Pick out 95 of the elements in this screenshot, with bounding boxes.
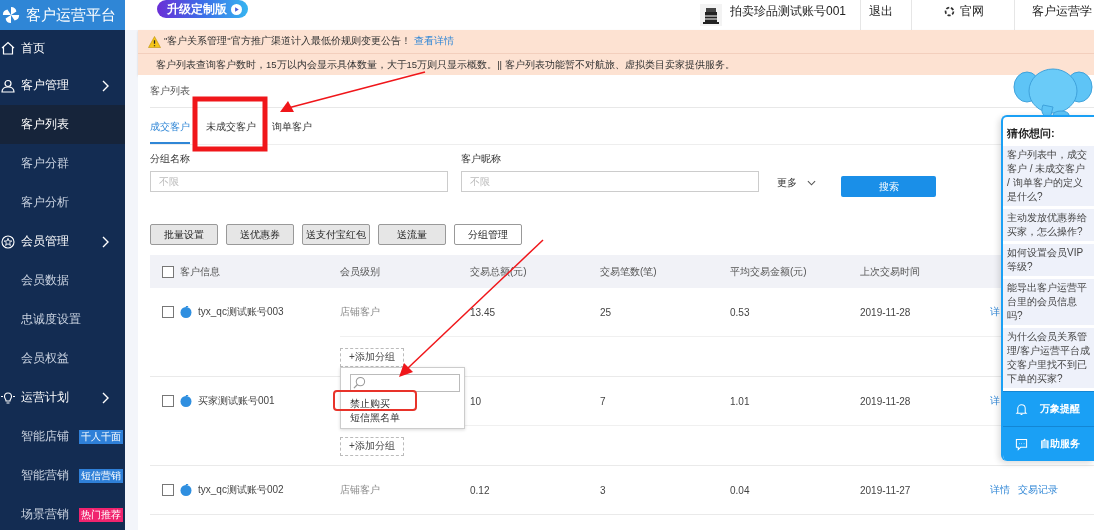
academy-link[interactable]: 客户运营学 [1015, 2, 1094, 20]
bulb-icon [1, 390, 15, 405]
tab[interactable]: 询单客户 [272, 108, 312, 144]
menu-option[interactable]: 禁止购买 [350, 396, 464, 411]
table-cell: 0.53 [730, 306, 750, 318]
column-header: 平均交易金额(元) [730, 264, 807, 279]
row-link[interactable]: 详 [990, 394, 1000, 408]
customer-name: 买家测试账号001 [198, 394, 275, 408]
question-link[interactable]: 为什么会员关系管理/客户运营平台成交客户里找不到已下单的买家? [1003, 328, 1094, 388]
sidebar-item[interactable]: 忠诚度设置 [0, 300, 125, 339]
sidebar-badge: 短信营销 [79, 468, 123, 483]
official-site-link[interactable]: 官网 [960, 2, 984, 20]
add-group-button[interactable]: +添加分组 [340, 436, 404, 456]
table-cell: 10 [470, 395, 482, 407]
avatar-icon [180, 484, 192, 496]
sidebar-item[interactable]: 运营计划 [0, 378, 125, 417]
table-cell: 0.12 [470, 484, 490, 496]
chevron-right-icon [101, 391, 109, 404]
table-cell: 7 [600, 395, 606, 407]
tab[interactable]: 成交客户 [150, 108, 190, 144]
question-link[interactable]: 能导出客户运营平台里的会员信息吗? [1003, 279, 1094, 325]
column-header: 上次交易时间 [860, 264, 920, 279]
breadcrumb: 客户列表 [150, 84, 190, 98]
sidebar-item[interactable]: 会员数据 [0, 261, 125, 300]
customer-name: tyx_qc测试账号003 [198, 305, 284, 319]
sidebar-badge: 热门推荐 [79, 507, 123, 522]
chat-icon [1015, 437, 1028, 451]
table-cell: 2019-11-28 [860, 306, 911, 318]
people-icon [1, 78, 15, 93]
avatar-icon [180, 395, 192, 407]
chevron-right-icon [101, 79, 109, 92]
avatar-icon [180, 306, 192, 318]
table-cell: 0.04 [730, 484, 750, 496]
sidebar-item[interactable]: 客户分群 [0, 144, 125, 183]
add-group-button[interactable]: +添加分组 [340, 347, 404, 367]
search-icon [353, 376, 366, 389]
field-label: 分组名称 [150, 152, 191, 166]
play-icon [231, 3, 242, 15]
sidebar-badge: 千人千面 [79, 429, 123, 444]
sidebar-item[interactable]: 客户列表 [0, 105, 125, 144]
table-cell: 3 [600, 484, 606, 496]
checkbox[interactable] [162, 265, 174, 278]
table-cell: 2019-11-27 [860, 484, 911, 496]
row-link[interactable]: 详 [990, 305, 1000, 319]
tab[interactable]: 未成交客户 [206, 108, 256, 144]
app-title: 客户运营平台 [26, 5, 116, 25]
table-cell: 店铺客户 [340, 305, 380, 319]
sidebar-item[interactable]: 客户管理 [0, 66, 125, 105]
account-name[interactable]: 拍卖珍品测试账号001 [729, 2, 860, 20]
action-button[interactable]: 批量设置 [150, 224, 218, 245]
table-cell: 13.45 [470, 306, 496, 318]
table-cell: 2019-11-28 [860, 395, 911, 407]
customer-name: tyx_qc测试账号002 [198, 483, 284, 497]
menu-option[interactable]: 短信黑名单 [350, 410, 464, 425]
more-toggle[interactable]: 更多 [777, 176, 816, 190]
sidebar-item[interactable]: 场景营销 热门推荐 [0, 495, 125, 530]
column-header: 客户信息 [180, 264, 220, 279]
table-cell: 店铺客户 [340, 483, 380, 497]
assistant-title: 猜你想问: [1006, 126, 1056, 141]
table-cell: 25 [600, 306, 612, 318]
table-cell: 1.01 [730, 395, 750, 407]
field-label: 客户昵称 [461, 152, 502, 166]
question-link[interactable]: 主动发放优惠券给买家，怎么操作? [1003, 209, 1094, 241]
checkbox[interactable] [162, 306, 174, 318]
bell-icon [1015, 402, 1028, 416]
star-icon [1, 234, 15, 249]
chevron-right-icon [101, 235, 109, 248]
row-link[interactable]: 交易记录 [1018, 483, 1058, 497]
logout-link[interactable]: 退出 [861, 2, 911, 20]
notice-headline: "客户关系管理"官方推广渠道计入最低价规则变更公告！ [164, 35, 411, 48]
action-button[interactable]: 送支付宝红包 [302, 224, 370, 245]
action-button[interactable]: 送流量 [378, 224, 446, 245]
question-link[interactable]: 如何设置会员VIP等级? [1003, 244, 1094, 276]
ring-icon [944, 5, 955, 17]
home-icon [1, 41, 15, 55]
sidebar-item[interactable]: 客户分析 [0, 183, 125, 222]
question-link[interactable]: 客户列表中，成交客户 / 未成交客户 / 询单客户的定义是什么? [1003, 146, 1094, 206]
action-button[interactable]: 送优惠券 [226, 224, 294, 245]
sidebar-item[interactable]: 会员管理 [0, 222, 125, 261]
sidebar-item[interactable]: 智能店铺 千人千面 [0, 417, 125, 456]
checkbox[interactable] [162, 395, 174, 407]
chevron-down-icon [807, 180, 816, 186]
column-header: 会员级别 [340, 264, 380, 279]
row-link[interactable]: 详情 [990, 483, 1010, 497]
pinwheel-logo-icon [2, 6, 20, 24]
notice-detail: 客户列表查询客户数时，15万以内会显示具体数量，大于15万则只显示概数。|| 客户列表功能暂不对航旅、虚拟类目卖家提供服务。 [155, 58, 736, 72]
checkbox[interactable] [162, 484, 174, 496]
shop-avatar-icon [699, 4, 722, 26]
sidebar-item[interactable]: 会员权益 [0, 339, 125, 378]
sidebar-item[interactable]: 智能营销 短信营销 [0, 456, 125, 495]
upgrade-badge[interactable]: 升级定制版 [157, 0, 248, 18]
warning-icon [148, 35, 161, 48]
column-header: 交易笔数(笔) [600, 264, 657, 279]
sidebar-item[interactable]: 首页 [0, 30, 125, 66]
action-button[interactable]: 分组管理 [454, 224, 522, 245]
